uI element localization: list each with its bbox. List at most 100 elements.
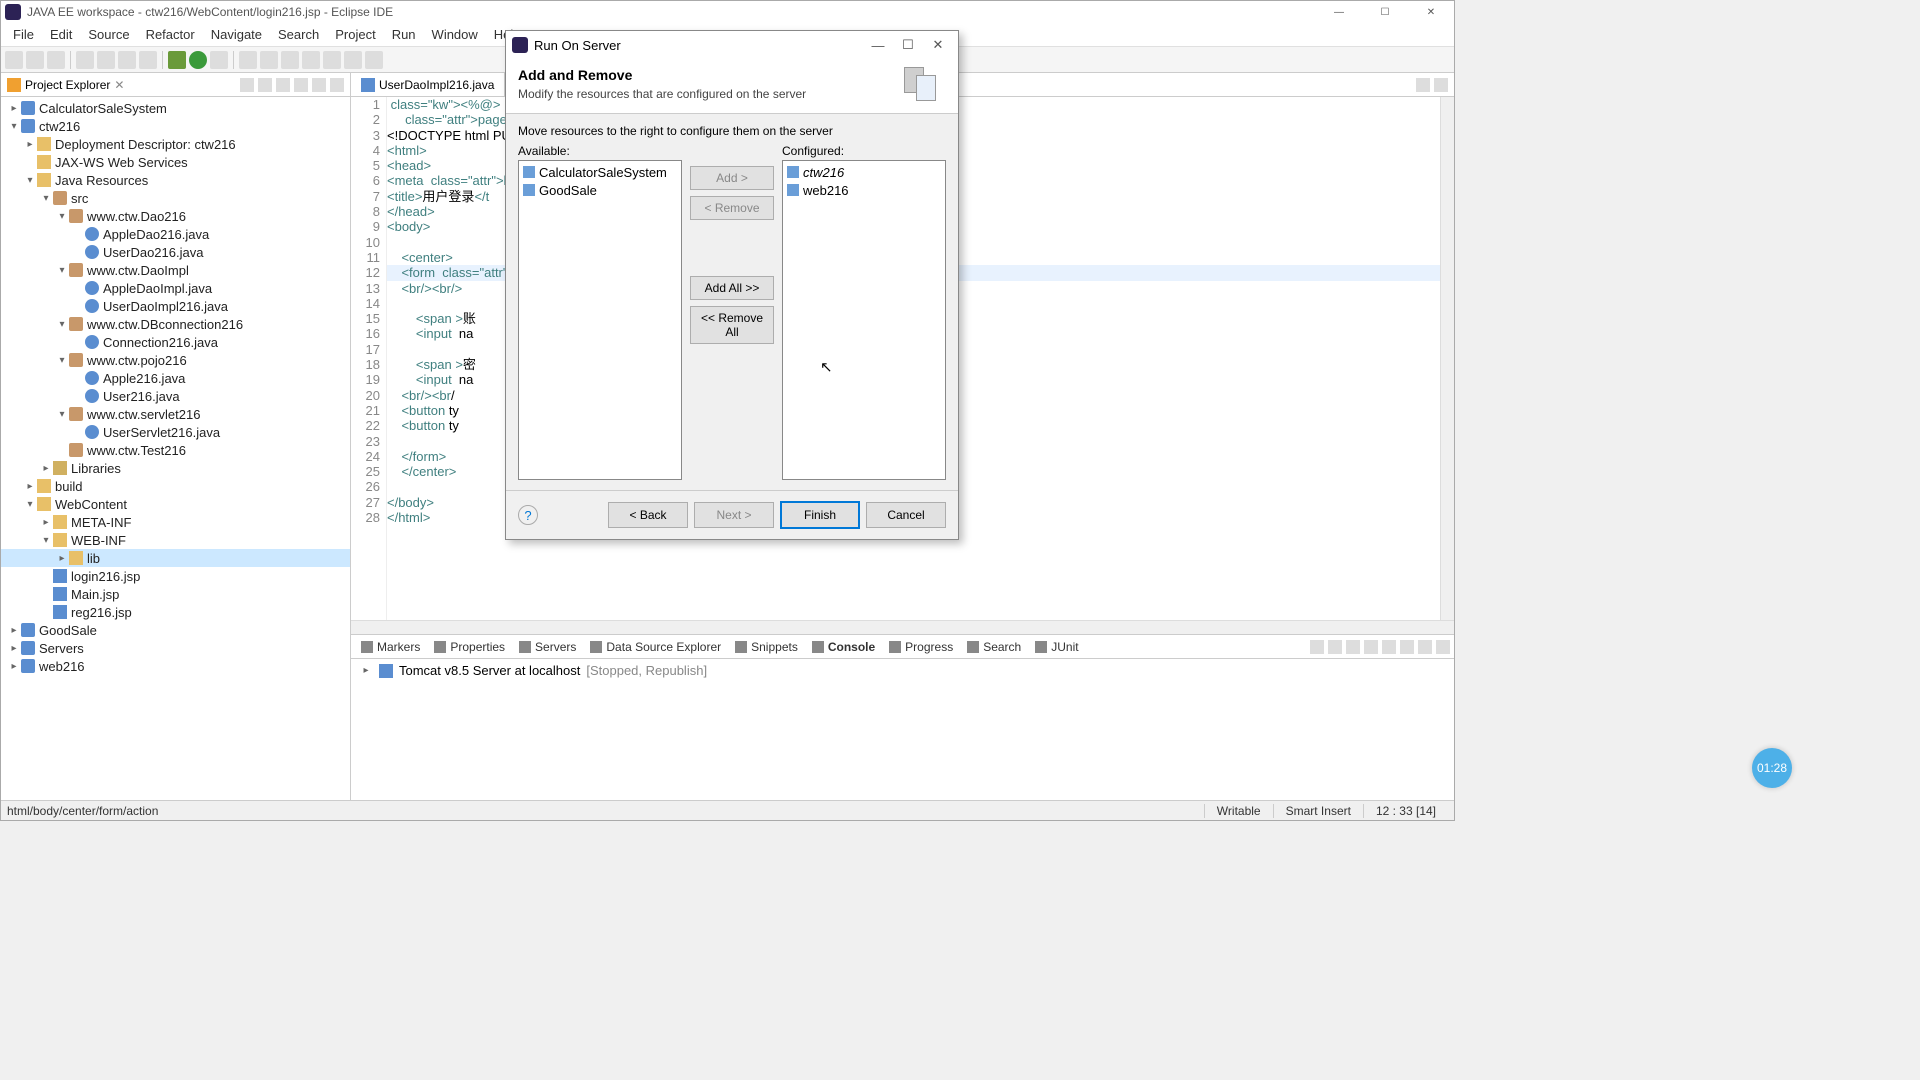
- tree-item[interactable]: reg216.jsp: [1, 603, 350, 621]
- view-action-icon[interactable]: [1310, 640, 1324, 654]
- menu-source[interactable]: Source: [80, 25, 137, 44]
- tree-item[interactable]: login216.jsp: [1, 567, 350, 585]
- tree-item[interactable]: ▾www.ctw.pojo216: [1, 351, 350, 369]
- tree-item[interactable]: www.ctw.Test216: [1, 441, 350, 459]
- editor-tab[interactable]: UserDaoImpl216.java: [351, 73, 505, 96]
- tree-item[interactable]: ▸build: [1, 477, 350, 495]
- saveall-button[interactable]: [47, 51, 65, 69]
- minimize-view-icon[interactable]: [312, 78, 326, 92]
- tree-item[interactable]: ▸Deployment Descriptor: ctw216: [1, 135, 350, 153]
- minimize-editor-icon[interactable]: [1416, 78, 1430, 92]
- tree-item[interactable]: UserDao216.java: [1, 243, 350, 261]
- bottom-tab-progress[interactable]: Progress: [883, 640, 959, 654]
- dialog-minimize-button[interactable]: —: [864, 35, 892, 55]
- tree-item[interactable]: ▸META-INF: [1, 513, 350, 531]
- toolbar-button[interactable]: [323, 51, 341, 69]
- close-button[interactable]: ✕: [1408, 1, 1454, 23]
- add-all-button[interactable]: Add All >>: [690, 276, 774, 300]
- bottom-tab-properties[interactable]: Properties: [428, 640, 511, 654]
- tree-item[interactable]: Connection216.java: [1, 333, 350, 351]
- remove-button[interactable]: < Remove: [690, 196, 774, 220]
- view-action-icon[interactable]: [1328, 640, 1342, 654]
- finish-button[interactable]: Finish: [780, 501, 860, 529]
- menu-refactor[interactable]: Refactor: [138, 25, 203, 44]
- tree-item[interactable]: ▾www.ctw.DBconnection216: [1, 315, 350, 333]
- remove-all-button[interactable]: << Remove All: [690, 306, 774, 344]
- tree-item[interactable]: AppleDaoImpl.java: [1, 279, 350, 297]
- tree-item[interactable]: User216.java: [1, 387, 350, 405]
- tree-item[interactable]: UserServlet216.java: [1, 423, 350, 441]
- view-action-icon[interactable]: [1400, 640, 1414, 654]
- tree-item[interactable]: ▾www.ctw.servlet216: [1, 405, 350, 423]
- tree-item[interactable]: ▾src: [1, 189, 350, 207]
- tree-item[interactable]: UserDaoImpl216.java: [1, 297, 350, 315]
- view-action-icon[interactable]: [1346, 640, 1360, 654]
- toolbar-button[interactable]: [365, 51, 383, 69]
- menu-window[interactable]: Window: [424, 25, 486, 44]
- dialog-close-button[interactable]: ✕: [924, 35, 952, 55]
- view-menu-icon[interactable]: [294, 78, 308, 92]
- available-item[interactable]: GoodSale: [521, 181, 679, 199]
- toolbar-button[interactable]: [239, 51, 257, 69]
- help-icon[interactable]: ?: [518, 505, 538, 525]
- maximize-editor-icon[interactable]: [1434, 78, 1448, 92]
- dialog-titlebar[interactable]: Run On Server — ☐ ✕: [506, 31, 958, 59]
- debug-button[interactable]: [168, 51, 186, 69]
- tree-item[interactable]: AppleDao216.java: [1, 225, 350, 243]
- toolbar-button[interactable]: [302, 51, 320, 69]
- link-editor-icon[interactable]: [258, 78, 272, 92]
- toolbar-button[interactable]: [344, 51, 362, 69]
- bottom-tab-junit[interactable]: JUnit: [1029, 640, 1084, 654]
- dialog-maximize-button[interactable]: ☐: [894, 35, 922, 55]
- tree-item[interactable]: ▸Libraries: [1, 459, 350, 477]
- maximize-button[interactable]: ☐: [1362, 1, 1408, 23]
- vertical-scrollbar[interactable]: [1440, 97, 1454, 620]
- tree-item[interactable]: ▾ctw216: [1, 117, 350, 135]
- bottom-tab-search[interactable]: Search: [961, 640, 1027, 654]
- bottom-tab-snippets[interactable]: Snippets: [729, 640, 804, 654]
- available-item[interactable]: CalculatorSaleSystem: [521, 163, 679, 181]
- menu-run[interactable]: Run: [384, 25, 424, 44]
- configured-item[interactable]: web216: [785, 181, 943, 199]
- minimize-button[interactable]: —: [1316, 1, 1362, 23]
- view-action-icon[interactable]: [1436, 640, 1450, 654]
- bottom-tab-markers[interactable]: Markers: [355, 640, 426, 654]
- toolbar-button[interactable]: [76, 51, 94, 69]
- cancel-button[interactable]: Cancel: [866, 502, 946, 528]
- bottom-tab-console[interactable]: Console: [806, 640, 881, 654]
- tree-item[interactable]: ▸lib: [1, 549, 350, 567]
- tree-item[interactable]: ▸web216: [1, 657, 350, 675]
- tree-item[interactable]: ▾www.ctw.Dao216: [1, 207, 350, 225]
- toolbar-button[interactable]: [139, 51, 157, 69]
- tree-item[interactable]: ▾www.ctw.DaoImpl: [1, 261, 350, 279]
- expand-icon[interactable]: ▸: [359, 665, 373, 676]
- tree-item[interactable]: ▾WEB-INF: [1, 531, 350, 549]
- configured-listbox[interactable]: ctw216web216: [782, 160, 946, 480]
- bottom-tab-data-source-explorer[interactable]: Data Source Explorer: [584, 640, 727, 654]
- tree-item[interactable]: ▸CalculatorSaleSystem: [1, 99, 350, 117]
- close-view-icon[interactable]: ✕: [114, 78, 124, 92]
- back-button[interactable]: < Back: [608, 502, 688, 528]
- server-name[interactable]: Tomcat v8.5 Server at localhost: [399, 663, 580, 678]
- project-explorer-tab[interactable]: Project Explorer ✕: [1, 73, 350, 97]
- collapse-all-icon[interactable]: [240, 78, 254, 92]
- horizontal-scrollbar[interactable]: [351, 620, 1454, 634]
- filter-icon[interactable]: [276, 78, 290, 92]
- save-button[interactable]: [26, 51, 44, 69]
- bottom-tab-servers[interactable]: Servers: [513, 640, 582, 654]
- view-action-icon[interactable]: [1382, 640, 1396, 654]
- tree-item[interactable]: ▾Java Resources: [1, 171, 350, 189]
- menu-navigate[interactable]: Navigate: [203, 25, 270, 44]
- menu-edit[interactable]: Edit: [42, 25, 80, 44]
- maximize-view-icon[interactable]: [330, 78, 344, 92]
- tree-item[interactable]: ▸GoodSale: [1, 621, 350, 639]
- tree-item[interactable]: Apple216.java: [1, 369, 350, 387]
- configured-item[interactable]: ctw216: [785, 163, 943, 181]
- view-action-icon[interactable]: [1418, 640, 1432, 654]
- menu-search[interactable]: Search: [270, 25, 327, 44]
- run-button[interactable]: [189, 51, 207, 69]
- tree-item[interactable]: JAX-WS Web Services: [1, 153, 350, 171]
- view-action-icon[interactable]: [1364, 640, 1378, 654]
- toolbar-button[interactable]: [281, 51, 299, 69]
- menu-project[interactable]: Project: [327, 25, 383, 44]
